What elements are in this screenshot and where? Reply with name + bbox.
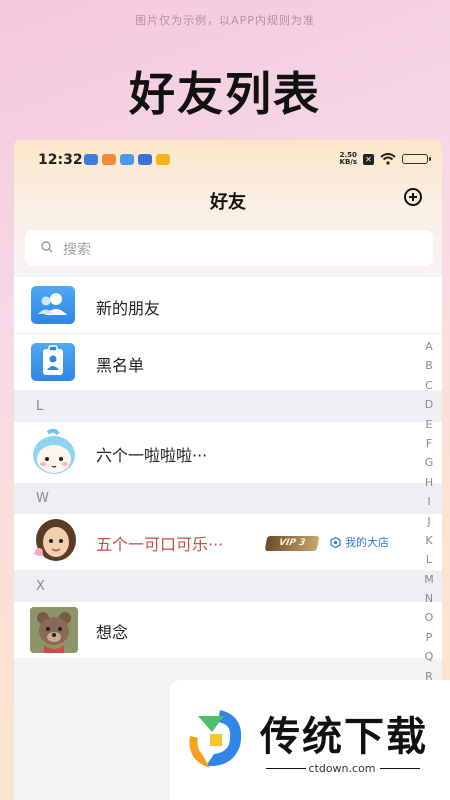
index-letter[interactable]: K [425,531,432,550]
cartoon-girl-avatar [30,429,78,475]
wifi-icon [380,153,396,165]
contact-name: 五个一可口可乐··· [96,535,224,554]
alphabet-index[interactable]: A B C D E F G H I J K L M N O P Q R [422,337,436,686]
section-header-l: L [14,391,442,422]
new-friends-label: 新的朋友 [96,299,161,318]
index-letter[interactable]: D [425,395,433,414]
no-sim-icon: ✕ [363,153,374,165]
net-speed: 2.50 KB/s [340,152,357,166]
notification-icon [102,154,116,165]
header-area: 12:32 2.50 KB/s ✕ 好友 搜索 [14,140,442,275]
index-letter[interactable]: B [425,356,433,375]
section-letter: X [36,579,45,594]
index-letter[interactable]: H [425,473,433,492]
section-header-x: X [14,571,442,602]
section-letter: L [36,399,44,414]
notification-icon [156,154,170,165]
status-time: 12:32 [38,152,83,168]
divider [380,768,420,769]
notification-icons [84,154,170,165]
page-title: 好友 [210,192,246,213]
index-letter[interactable]: O [425,608,434,627]
index-letter[interactable]: M [424,570,434,589]
search-input[interactable]: 搜索 [25,230,433,266]
index-letter[interactable]: L [426,550,432,569]
index-letter[interactable]: P [426,628,433,647]
index-letter[interactable]: N [425,589,433,608]
contact-row[interactable]: 六个一啦啦啦··· [14,422,442,484]
status-bar: 12:32 2.50 KB/s ✕ [14,150,442,172]
battery-icon [402,154,431,164]
index-letter[interactable]: Q [425,647,434,666]
section-header-w: W [14,483,442,514]
index-letter[interactable]: A [425,337,433,356]
index-letter[interactable]: F [426,434,432,453]
search-placeholder: 搜索 [63,242,91,258]
contact-card-icon [31,343,75,381]
add-friend-button[interactable] [404,188,422,206]
section-letter: W [36,491,49,506]
index-letter[interactable]: I [427,492,430,511]
blacklist-label: 黑名单 [96,356,145,375]
contact-name: 想念 [96,623,129,642]
notification-icon [138,154,152,165]
net-speed-unit: KB/s [339,158,357,166]
contact-row[interactable]: 五个一可口可乐··· VIP 3 我的大店 [14,514,442,570]
girl-avatar [30,518,78,564]
index-letter[interactable]: J [427,512,430,531]
contact-row[interactable]: 想念 [14,602,442,658]
index-letter[interactable]: C [425,376,433,395]
notification-icon [120,154,134,165]
brand-logo-icon [189,710,242,768]
bear-avatar [30,607,78,653]
notification-icon [84,154,98,165]
disclaimer-text: 图片仅为示例，以APP内规则为准 [135,14,315,27]
my-shop-label: 我的大店 [345,536,389,549]
contact-name: 六个一啦啦啦··· [96,446,208,465]
promo-title: 好友列表 [129,67,321,121]
index-letter[interactable]: G [425,453,434,472]
index-letter[interactable]: E [426,415,433,434]
blacklist-row[interactable]: 黑名单 [14,334,442,390]
search-icon [41,241,53,253]
status-indicators: 2.50 KB/s ✕ [340,152,431,166]
people-icon [31,286,75,324]
brand-name: 传统下载 [260,714,428,760]
my-shop-link[interactable]: 我的大店 [330,534,389,550]
vip-badge: VIP 3 [264,536,320,551]
shop-icon [330,536,341,548]
new-friends-row[interactable]: 新的朋友 [14,277,442,333]
watermark: 传统下载 ctdown.com [170,680,450,800]
